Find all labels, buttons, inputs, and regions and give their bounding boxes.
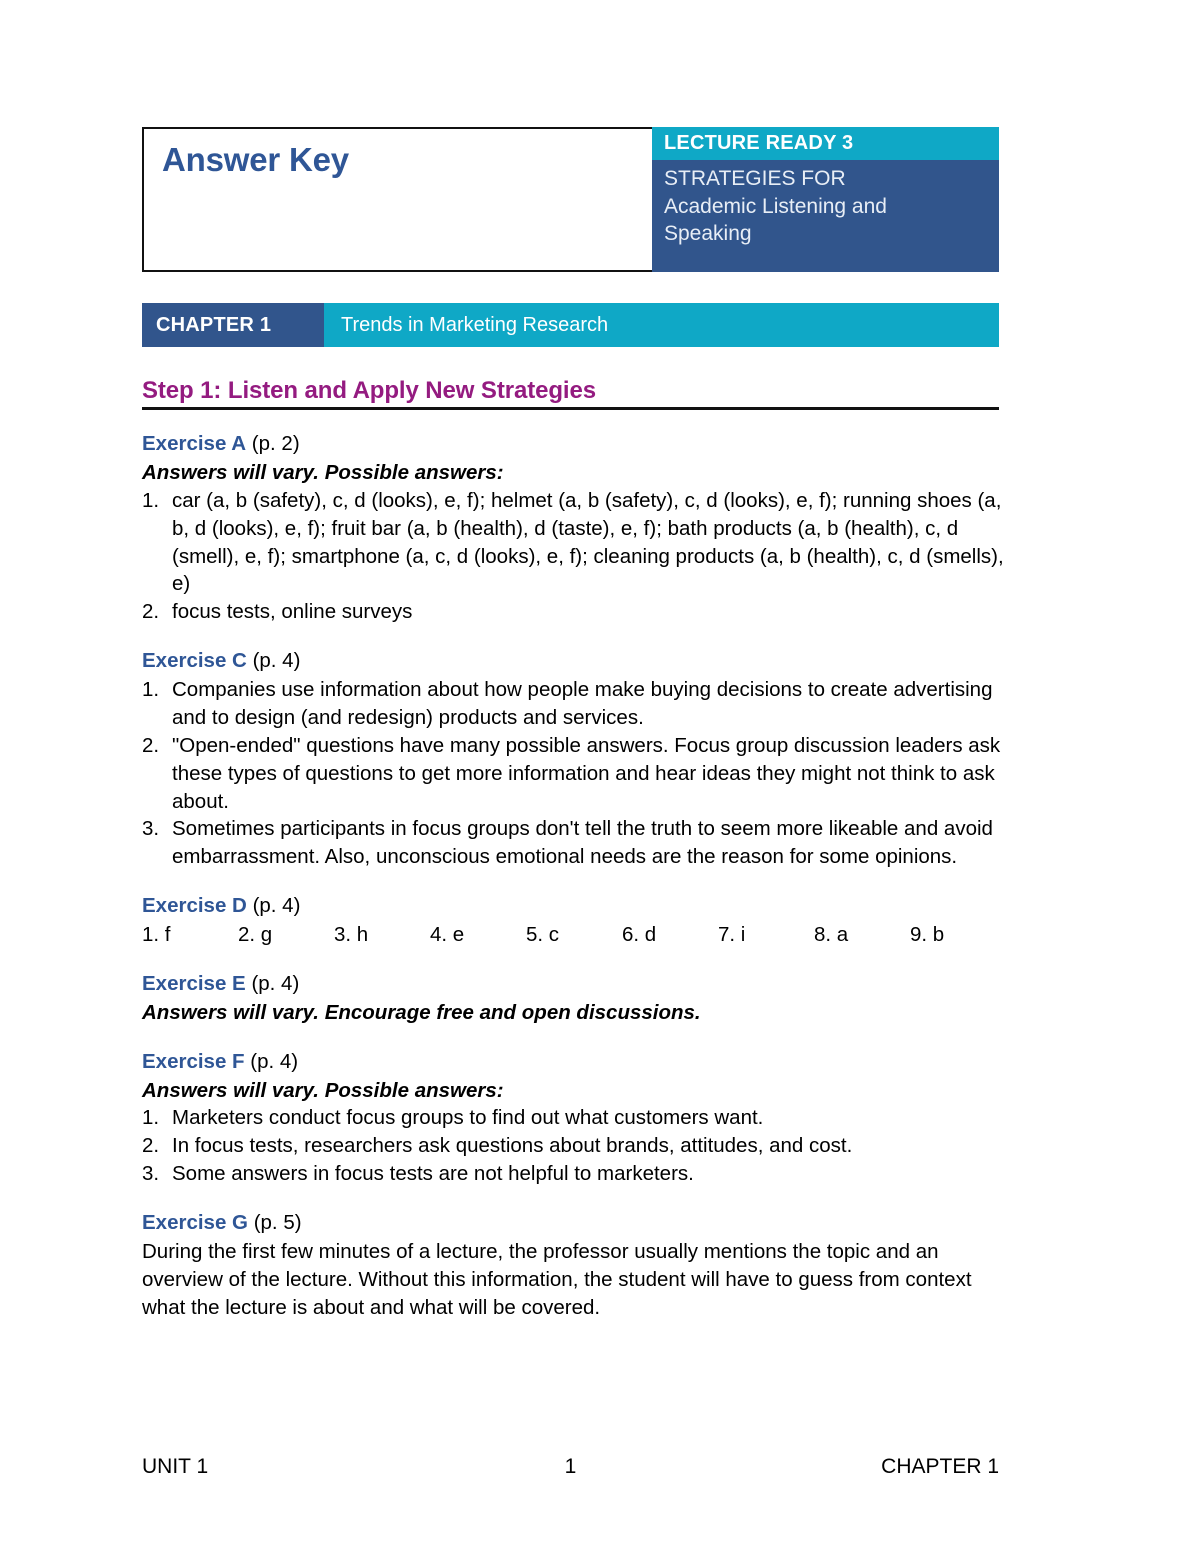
list-item: 1. Companies use information about how p… — [142, 676, 1004, 732]
list-item: 1. Marketers conduct focus groups to fin… — [142, 1104, 1004, 1132]
masthead: Answer Key LECTURE READY 3 STRATEGIES FO… — [142, 127, 999, 272]
chapter-label: CHAPTER 1 — [142, 303, 324, 347]
list-item: 2. focus tests, online surveys — [142, 598, 1004, 626]
answer-key-title-box: Answer Key — [142, 127, 652, 272]
series-subtitle: STRATEGIES FOR Academic Listening and Sp… — [652, 160, 999, 248]
exercise-a-name: Exercise A — [142, 432, 247, 455]
exercise-g-paragraph: During the first few minutes of a lectur… — [142, 1239, 972, 1319]
exercise-e-page: (p. 4) — [251, 971, 300, 995]
list-item: 2. "Open-ended" questions have many poss… — [142, 732, 1004, 816]
answer-item: 6. d — [622, 923, 657, 946]
list-item-number: 3. — [142, 817, 160, 841]
exercise-g: Exercise G (p. 5) During the first few m… — [142, 1209, 1004, 1322]
exercises-container: Exercise A (p. 2) Answers will vary. Pos… — [142, 430, 1004, 1322]
series-subtitle-line-3: Speaking — [664, 222, 752, 246]
exercise-e-note: Answers will vary. Encourage free and op… — [142, 1000, 701, 1024]
list-item-text: "Open-ended" questions have many possibl… — [172, 733, 1001, 813]
page-footer: UNIT 1 1 CHAPTER 1 — [142, 1455, 999, 1479]
exercise-c-name: Exercise C — [142, 649, 247, 673]
series-title: LECTURE READY 3 — [652, 127, 999, 160]
exercise-g-page: (p. 5) — [253, 1211, 302, 1234]
step-heading: Step 1: Listen and Apply New Strategies — [142, 377, 596, 404]
list-item-text: Companies use information about how peop… — [172, 678, 993, 729]
exercise-d-heading: Exercise D (p. 4) — [142, 892, 1004, 920]
exercise-a: Exercise A (p. 2) Answers will vary. Pos… — [142, 430, 1004, 626]
chapter-bar: CHAPTER 1 Trends in Marketing Research — [142, 303, 999, 347]
answer-item: 2. g — [238, 923, 273, 946]
list-item-number: 1. — [142, 1106, 160, 1130]
list-item-number: 3. — [142, 1162, 160, 1186]
document-page: Answer Key LECTURE READY 3 STRATEGIES FO… — [0, 0, 1200, 1553]
series-subtitle-line-1: STRATEGIES FOR — [664, 167, 846, 190]
list-item-number: 2. — [142, 1134, 160, 1158]
answer-item: 3. h — [334, 923, 369, 946]
answer-item: 8. a — [814, 923, 849, 946]
step-heading-rule — [142, 407, 999, 411]
exercise-c: Exercise C (p. 4) 1. Companies use infor… — [142, 647, 1004, 871]
list-item-number: 1. — [142, 678, 160, 701]
footer-chapter: CHAPTER 1 — [881, 1455, 1000, 1478]
exercise-a-heading: Exercise A (p. 2) — [142, 430, 1004, 458]
exercise-a-note: Answers will vary. Possible answers: — [142, 460, 504, 484]
exercise-d: Exercise D (p. 4) 1. f 2. g 3. h 4. e 5.… — [142, 892, 1004, 949]
list-item-text: In focus tests, researchers ask question… — [172, 1134, 853, 1158]
brand-panel: LECTURE READY 3 STRATEGIES FOR Academic … — [652, 127, 999, 272]
list-item-text: Sometimes participants in focus groups d… — [172, 817, 993, 869]
list-item-text: Some answers in focus tests are not help… — [172, 1162, 694, 1186]
list-item-number: 2. — [142, 733, 160, 757]
series-subtitle-line-2: Academic Listening and — [664, 194, 887, 218]
answer-item: 4. e — [430, 923, 465, 946]
answer-item: 5. c — [526, 923, 560, 946]
exercise-d-answer-row: 1. f 2. g 3. h 4. e 5. c 6. d 7. i 8. a … — [142, 921, 1004, 949]
exercise-f-heading: Exercise F (p. 4) — [142, 1048, 1004, 1076]
list-item-number: 1. — [142, 488, 160, 512]
list-item: 2. In focus tests, researchers ask quest… — [142, 1132, 1004, 1160]
list-item-text: Marketers conduct focus groups to find o… — [172, 1106, 764, 1130]
exercise-a-list: 1. car (a, b (safety), c, d (looks), e, … — [142, 487, 1004, 626]
chapter-title: Trends in Marketing Research — [324, 303, 999, 347]
exercise-d-page: (p. 4) — [252, 894, 301, 918]
footer-page-number: 1 — [564, 1455, 577, 1478]
list-item: 3. Sometimes participants in focus group… — [142, 815, 1004, 871]
exercise-d-name: Exercise D — [142, 894, 247, 918]
list-item: 1. car (a, b (safety), c, d (looks), e, … — [142, 487, 1004, 599]
list-item-text: car (a, b (safety), c, d (looks), e, f);… — [172, 488, 1004, 596]
exercise-f-name: Exercise F — [142, 1049, 245, 1073]
list-item: 3. Some answers in focus tests are not h… — [142, 1160, 1004, 1188]
exercise-f-note: Answers will vary. Possible answers: — [142, 1078, 504, 1102]
footer-unit: UNIT 1 — [142, 1455, 209, 1478]
page-title: Answer Key — [162, 141, 349, 178]
exercise-e: Exercise E (p. 4) Answers will vary. Enc… — [142, 970, 1004, 1027]
exercise-f: Exercise F (p. 4) Answers will vary. Pos… — [142, 1048, 1004, 1188]
answer-item: 9. b — [910, 923, 945, 946]
list-item-number: 2. — [142, 600, 160, 624]
exercise-e-name: Exercise E — [142, 971, 246, 995]
exercise-c-list: 1. Companies use information about how p… — [142, 676, 1004, 871]
exercise-a-page: (p. 2) — [251, 432, 300, 455]
exercise-e-heading: Exercise E (p. 4) — [142, 970, 1004, 998]
answer-item: 1. f — [142, 923, 171, 946]
answer-item: 7. i — [718, 923, 746, 946]
exercise-f-page: (p. 4) — [250, 1049, 299, 1073]
list-item-text: focus tests, online surveys — [172, 600, 413, 624]
step-heading-block: Step 1: Listen and Apply New Strategies — [142, 377, 999, 411]
exercise-c-page: (p. 4) — [252, 649, 301, 673]
exercise-g-heading: Exercise G (p. 5) — [142, 1209, 1004, 1237]
exercise-f-list: 1. Marketers conduct focus groups to fin… — [142, 1104, 1004, 1188]
exercise-c-heading: Exercise C (p. 4) — [142, 647, 1004, 675]
exercise-g-name: Exercise G — [142, 1211, 248, 1234]
